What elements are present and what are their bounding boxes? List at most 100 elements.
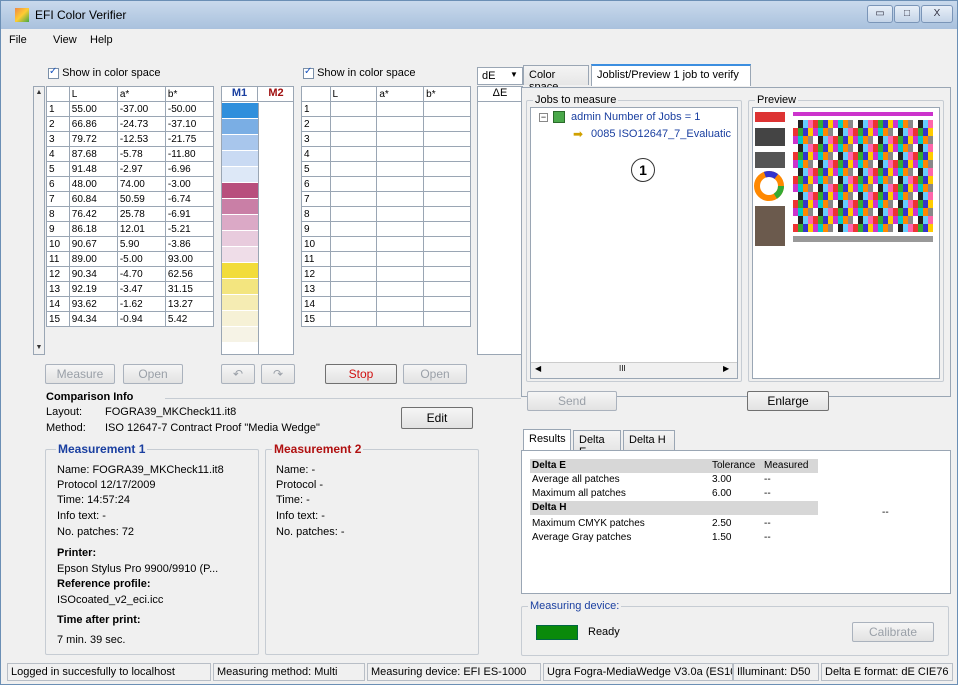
table-row[interactable]: 6 (301, 176, 471, 192)
stop-button[interactable]: Stop (325, 364, 397, 384)
show-in-color-space-1[interactable]: Show in color space (48, 66, 161, 79)
table-row[interactable]: 10 90.67 5.90 -3.86 (46, 236, 215, 252)
table-row[interactable]: 1 55.00 -37.00 -50.00 (46, 101, 215, 117)
m1-name: Name: FOGRA39_MKCheck11.it8 (57, 464, 224, 476)
edit-button[interactable]: Edit (401, 407, 473, 429)
table-row[interactable]: 10 (301, 236, 471, 252)
table-row[interactable]: 6 48.00 74.00 -3.00 (46, 176, 215, 192)
table-row[interactable]: 1 (301, 101, 471, 117)
checkbox-icon[interactable] (48, 66, 59, 79)
table-cell: 14 (301, 296, 331, 312)
menu-view[interactable]: View (53, 34, 77, 46)
close-button[interactable]: X (921, 5, 953, 23)
column-header: L (68, 86, 118, 102)
table-cell: -5.78 (116, 146, 166, 162)
table-cell: -3.47 (116, 281, 166, 297)
column-header: L (329, 86, 378, 102)
column-header (46, 86, 70, 102)
method-value: ISO 12647-7 Contract Proof "Media Wedge" (105, 422, 320, 434)
table-row[interactable]: 12 (301, 266, 471, 282)
jobs-hscrollbar[interactable]: ◀ III ▶ (531, 362, 737, 378)
right-tab-strip: Color space Joblist/Preview 1 job to ver… (521, 64, 951, 93)
table-cell: 93.62 (68, 296, 118, 312)
collapse-icon[interactable]: − (539, 113, 548, 122)
table-row[interactable]: 9 86.18 12.01 -5.21 (46, 221, 215, 237)
calibrate-button[interactable]: Calibrate (852, 622, 934, 642)
table-cell: 7 (46, 191, 70, 207)
table-row[interactable]: 8 (301, 206, 471, 222)
table-cell: 79.72 (68, 131, 118, 147)
result-label: Maximum all patches (532, 488, 626, 499)
table-cell: 2 (301, 116, 331, 132)
table-row[interactable]: 3 (301, 131, 471, 147)
open-button-2[interactable]: Open (403, 364, 467, 384)
tab-delta-h[interactable]: Delta H (623, 430, 675, 450)
table-cell: 62.56 (164, 266, 215, 282)
color-swatch (222, 183, 258, 199)
table-row[interactable]: 5 91.48 -2.97 -6.96 (46, 161, 215, 177)
undo-button[interactable]: ↶ (221, 364, 255, 384)
redo-button[interactable]: ↷ (261, 364, 295, 384)
table-row[interactable]: 8 76.42 25.78 -6.91 (46, 206, 215, 222)
jobs-tree[interactable]: − admin Number of Jobs = 1 ➡ 0085 ISO126… (530, 107, 738, 379)
table-row[interactable]: 14 93.62 -1.62 13.27 (46, 296, 215, 312)
open-button-1[interactable]: Open (123, 364, 183, 384)
minimize-button[interactable]: ▭ (867, 5, 893, 23)
table-row[interactable]: 9 (301, 221, 471, 237)
scroll-thumb[interactable]: III (619, 364, 626, 373)
tab-delta-e[interactable]: Delta E (573, 430, 621, 458)
scroll-up-icon[interactable]: ▲ (34, 87, 44, 99)
tab-color-space[interactable]: Color space (523, 65, 589, 93)
table-row[interactable]: 13 92.19 -3.47 31.15 (46, 281, 215, 297)
table-row[interactable]: 2 66.86 -24.73 -37.10 (46, 116, 215, 132)
table-row[interactable]: 13 (301, 281, 471, 297)
table-cell: 76.42 (68, 206, 118, 222)
table-row[interactable]: 7 60.84 50.59 -6.74 (46, 191, 215, 207)
table-cell: -6.74 (164, 191, 215, 207)
enlarge-button[interactable]: Enlarge (747, 391, 829, 411)
scroll-right-icon[interactable]: ▶ (723, 364, 729, 373)
table-row[interactable]: 2 (301, 116, 471, 132)
measure-button[interactable]: Measure (45, 364, 115, 384)
job-item[interactable]: 0085 ISO12647_7_Evaluatic (591, 128, 731, 140)
m2-info: Info text: - (276, 510, 325, 522)
table-cell: 5 (301, 161, 331, 177)
table-cell: 8 (301, 206, 331, 222)
checkbox-icon[interactable] (303, 66, 314, 79)
table-row[interactable]: 4 87.68 -5.78 -11.80 (46, 146, 215, 162)
result-tolerance: 6.00 (712, 488, 732, 499)
table-row[interactable]: 5 (301, 161, 471, 177)
scroll-down-icon[interactable]: ▼ (34, 342, 44, 354)
table-row[interactable]: 7 (301, 191, 471, 207)
menu-help[interactable]: Help (90, 34, 113, 46)
color-swatch (222, 103, 258, 119)
m1-ref-label: Reference profile: (57, 578, 151, 590)
table-cell: 15 (301, 311, 331, 327)
table-row[interactable]: 4 (301, 146, 471, 162)
table-cell: 5 (46, 161, 70, 177)
table1-scrollbar[interactable]: ▲ ▼ (33, 86, 45, 355)
table-row[interactable]: 11 (301, 251, 471, 267)
de-format-select[interactable]: dE ▼ (477, 67, 523, 85)
send-button[interactable]: Send (527, 391, 617, 411)
table-cell: -0.94 (116, 311, 166, 327)
scroll-left-icon[interactable]: ◀ (535, 364, 541, 373)
table-row[interactable]: 12 90.34 -4.70 62.56 (46, 266, 215, 282)
menu-file[interactable]: File (9, 34, 27, 46)
table-row[interactable]: 3 79.72 -12.53 -21.75 (46, 131, 215, 147)
table-row[interactable]: 11 89.00 -5.00 93.00 (46, 251, 215, 267)
table-header-row: La* b* (301, 86, 471, 102)
chevron-down-icon: ▼ (510, 70, 518, 79)
jobs-root-node[interactable]: admin Number of Jobs = 1 (571, 111, 700, 123)
tab-results[interactable]: Results (523, 429, 571, 451)
user-folder-icon (553, 111, 565, 123)
results-delta-e-title: Delta E (532, 460, 566, 471)
tab-joblist-preview[interactable]: Joblist/Preview 1 job to verify (591, 64, 751, 86)
maximize-button[interactable]: □ (894, 5, 920, 23)
table-row[interactable]: 14 (301, 296, 471, 312)
table-row[interactable]: 15 (301, 311, 471, 327)
show-in-color-space-2[interactable]: Show in color space (303, 66, 416, 79)
table-row[interactable]: 15 94.34 -0.94 5.42 (46, 311, 215, 327)
color-swatch (222, 167, 258, 183)
m1-swatch-column (222, 103, 258, 343)
